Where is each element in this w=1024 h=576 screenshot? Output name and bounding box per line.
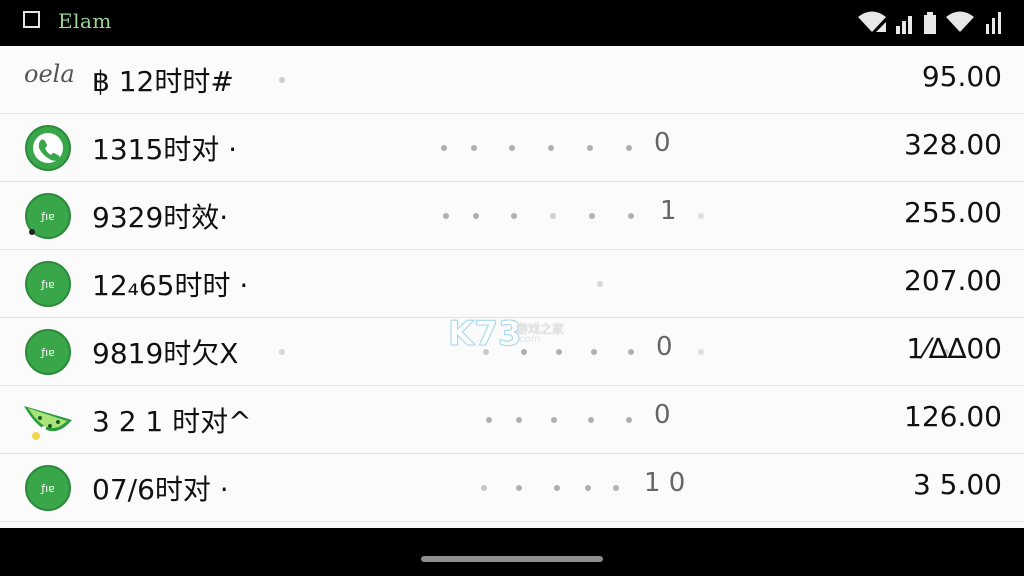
row-count: 1 0 (644, 468, 686, 498)
list-item[interactable]: ƒıɐ 07/6时对 · 1 0 3 5.00 (0, 454, 1024, 522)
svg-text:ƒıɐ: ƒıɐ (40, 346, 55, 359)
watermelon-icon (24, 406, 72, 440)
row-amount: 207.00 (904, 264, 1002, 297)
list-item[interactable]: 3 2 1 时对^ 0 126.00 (0, 386, 1024, 454)
wifi-icon (858, 11, 886, 32)
list-item[interactable]: ƒıɐ 9329时效· 1 255.00 (0, 182, 1024, 250)
wifi-icon (946, 11, 974, 32)
row-count: 0 (654, 128, 671, 158)
row-label: 1315时对 · (92, 133, 238, 166)
row-label: 9819时欠X (92, 337, 239, 370)
row-label: 12₄65时时 · (92, 269, 249, 302)
row-label: 3 2 1 时对^ (92, 405, 252, 438)
row-label: 9329时效· (92, 201, 229, 234)
phone-chat-icon (25, 125, 71, 171)
watermark-logo: K73 游戏之家 .com (448, 314, 565, 355)
signal-icon (896, 16, 912, 34)
status-bar: Elam (0, 0, 1024, 46)
row-label: 07/6时对 · (92, 473, 229, 506)
status-title: Elam (58, 9, 112, 33)
svg-text:ƒıɐ: ƒıɐ (40, 482, 55, 495)
list-item[interactable]: oela ฿ 12时时# 95.00 (0, 46, 1024, 114)
checkbox-square-icon (23, 11, 40, 28)
svg-text:ƒıɐ: ƒıɐ (40, 210, 55, 223)
row-count: 0 (656, 332, 673, 362)
row-amount: 126.00 (904, 400, 1002, 433)
row-label: ฿ 12时时# (92, 65, 234, 98)
row-amount: 95.00 (921, 60, 1002, 93)
transaction-list: oela ฿ 12时时# 95.00 1315时对 · 0 328.00 ƒıɐ… (0, 46, 1024, 528)
list-item[interactable]: ƒıɐ 12₄65时时 · 207.00 (0, 250, 1024, 318)
green-app-icon: ƒıɐ (25, 465, 71, 511)
status-icons (856, 8, 1004, 34)
row-count: 0 (654, 400, 671, 430)
row-amount: 255.00 (904, 196, 1002, 229)
green-app-icon: ƒıɐ (25, 329, 71, 375)
svg-text:ƒıɐ: ƒıɐ (40, 278, 55, 291)
row-amount: 3 5.00 (912, 468, 1002, 501)
green-app-icon: ƒıɐ (25, 193, 71, 239)
navigation-bar (0, 528, 1024, 576)
battery-icon (924, 12, 936, 34)
list-item[interactable]: 1315时对 · 0 328.00 (0, 114, 1024, 182)
signal-bars-icon (986, 12, 1001, 34)
row-amount: 1⁄∆∆00 (906, 332, 1002, 365)
row-amount: 328.00 (904, 128, 1002, 161)
home-indicator[interactable] (421, 556, 603, 562)
brand-logo: oela (24, 60, 75, 88)
row-count: 1 (660, 196, 677, 226)
green-app-icon: ƒıɐ (25, 261, 71, 307)
